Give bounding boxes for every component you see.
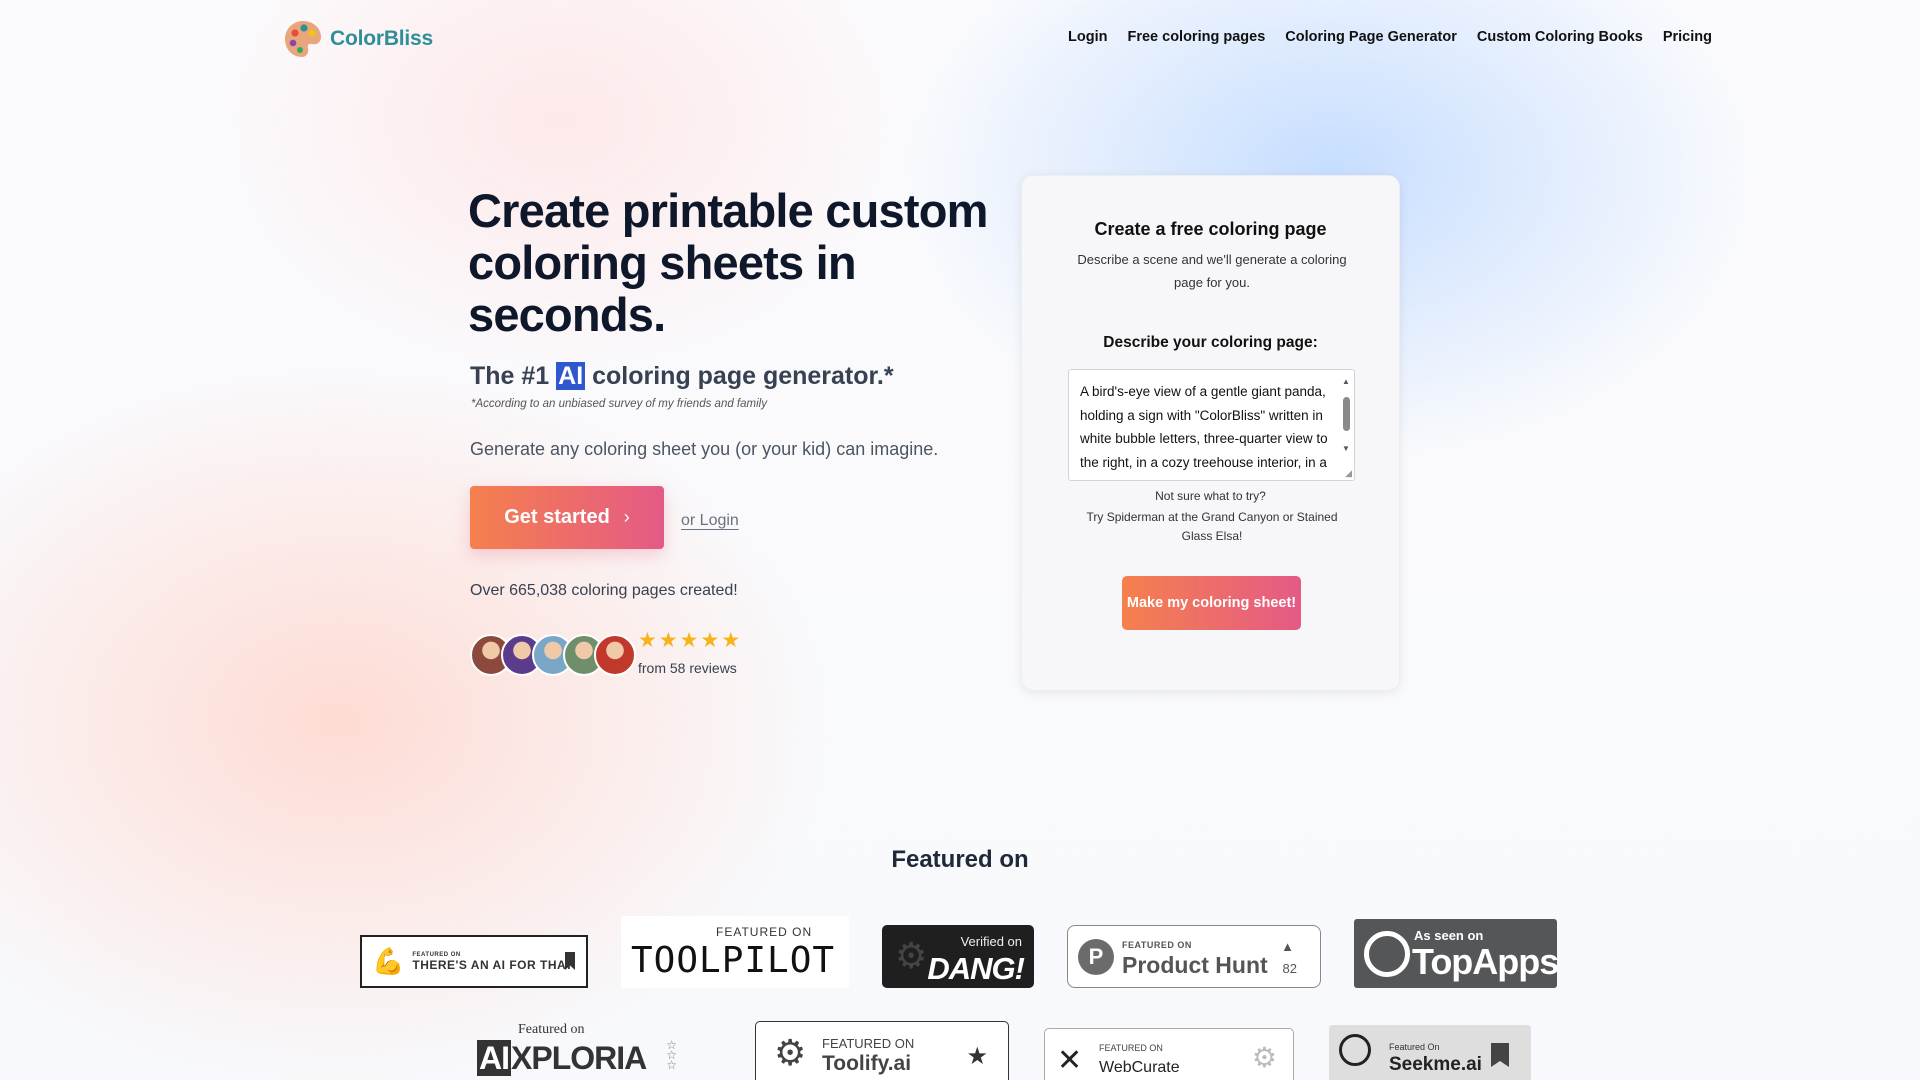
upvote-arrow-icon: ▲ [1281,939,1294,954]
hero-tagline: The #1 AI coloring page generator.* [470,362,894,391]
hint-title: Not sure what to try? [1155,489,1266,503]
badge-big-text: Product Hunt [1122,952,1268,978]
hero-title: Create printable custom coloring sheets … [468,184,988,341]
resize-grip-icon[interactable]: ◢ [1345,468,1352,479]
star-icon: ★ [638,629,657,652]
badge-small-text: Featured On [1389,1042,1440,1052]
product-hunt-logo-icon: P [1078,939,1114,975]
top-nav: ColorBliss Login Free coloring pages Col… [0,0,1920,80]
bookmark-icon [1491,1043,1509,1067]
badge-toolpilot[interactable]: FEATURED ON TOOLPILOT [621,916,849,988]
gear-icon: ⚙ [1251,1042,1277,1073]
generator-card: Create a free coloring page Describe a s… [1021,175,1400,691]
hero-subtitle: Generate any coloring sheet you (or your… [470,439,939,459]
star-icon: ★ [966,1043,988,1070]
logo[interactable]: ColorBliss [282,18,433,60]
upvote-count: 82 [1282,961,1297,976]
badge-seekme[interactable]: Featured On Seekme.ai [1329,1025,1531,1080]
nav-login[interactable]: Login [1068,29,1107,45]
reviewer-avatars [470,634,636,676]
scroll-down-arrow-icon[interactable]: ▼ [1342,444,1350,453]
nav-free-coloring-pages[interactable]: Free coloring pages [1127,29,1265,45]
star-icon: ★ [700,629,720,652]
brand-name: ColorBliss [330,27,434,50]
tagline-text-before: The #1 [470,362,557,390]
nav-pricing[interactable]: Pricing [1663,29,1712,45]
avatar [594,634,636,676]
palette-icon [285,21,321,57]
textarea-scrollbar[interactable]: ▲ ▼ [1338,370,1354,480]
scroll-up-arrow-icon[interactable]: ▲ [1342,377,1350,386]
featured-title: Featured on [891,846,1029,873]
badge-big-text: THERE'S AN AI FOR THAT [412,957,574,972]
star-icon: ★ [679,629,699,652]
badge-small-text: Verified on [960,934,1022,949]
scrollbar-thumb[interactable] [1343,397,1350,431]
magnifier-icon [1339,1034,1371,1066]
or-login-link[interactable]: or Login [681,512,739,530]
reviews-count: from 58 reviews [638,660,737,676]
badge-big-text: TopApps [1412,941,1557,982]
make-coloring-sheet-button[interactable]: Make my coloring sheet! [1122,576,1301,630]
badge-brand-text: XPLORIA [511,1040,647,1076]
badge-text: FEATURED ON THERE'S AN AI FOR THAT [412,952,573,972]
nav-custom-coloring-books[interactable]: Custom Coloring Books [1477,29,1643,45]
card-title: Create a free coloring page [1094,219,1327,239]
prompt-label: Describe your coloring page: [1103,334,1318,351]
webcurate-logo-icon: ✕ [1057,1044,1083,1077]
badge-big-text: WebCurate [1099,1059,1180,1076]
gear-icon: ⚙ [895,935,928,976]
badge-toolify[interactable]: ⚙ FEATURED ON Toolify.ai ★ [755,1021,1009,1080]
toolify-logo-icon: ⚙ [774,1032,807,1073]
nav-coloring-page-generator[interactable]: Coloring Page Generator [1285,29,1457,45]
badge-webcurate[interactable]: ✕ FEATURED ON WebCurate ⚙ [1044,1028,1294,1080]
badge-small-text: FEATURED ON [1099,1043,1163,1053]
chevron-right-icon: › [623,507,630,527]
badge-product-hunt[interactable]: P FEATURED ON Product Hunt ▲ 82 [1067,925,1321,988]
badge-big-text: AIXPLORIA [477,1040,647,1077]
badge-theres-an-ai-for-that[interactable]: 💪 FEATURED ON THERE'S AN AI FOR THAT [360,935,588,988]
arm-muscle-icon: 💪 [372,946,405,976]
prompt-textarea[interactable]: A bird's-eye view of a gentle giant pand… [1069,370,1339,480]
tagline-selected-text: AI [556,362,586,390]
pages-created-count: Over 665,038 coloring pages created! [470,582,738,599]
get-started-label: Get started [504,506,610,528]
badge-big-text: DANG! [927,951,1025,986]
badge-topapps[interactable]: As seen on TopApps [1354,919,1557,988]
nav-links: Login Free coloring pages Coloring Page … [1068,29,1712,45]
star-icon: ★ [721,629,741,652]
badge-small-text: FEATURED ON [822,1036,915,1051]
tagline-text-after: coloring page generator.* [585,362,894,390]
badge-ai-text: AI [477,1040,511,1076]
rating-stars: ★ ★ ★ ★ ★ [638,630,740,652]
badge-aixploria[interactable]: Featured on AIXPLORIA ☆ ☆ ☆ [477,1020,677,1080]
prompt-textarea-wrapper: A bird's-eye view of a gentle giant pand… [1068,369,1355,481]
badge-small-text: Featured on [518,1022,585,1037]
rank-stars-icon: ☆ ☆ ☆ [666,1038,677,1072]
tagline-footnote: *According to an unbiased survey of my f… [471,398,767,410]
badge-big-text: Seekme.ai [1389,1054,1482,1075]
hint-body: Try Spiderman at the Grand Canyon or Sta… [1086,510,1338,543]
badge-dang[interactable]: ⚙ Verified on DANG! [882,925,1034,988]
get-started-button[interactable]: Get started › [470,486,664,549]
badge-small-text: FEATURED ON [716,925,813,939]
badge-big-text: TOOLPILOT [631,940,836,981]
badge-big-text: Toolify.ai [822,1052,912,1075]
card-description: Describe a scene and we'll generate a co… [1077,252,1347,290]
badge-small-text: FEATURED ON [1122,940,1192,950]
openai-logo-icon [1364,931,1410,977]
star-icon: ★ [658,629,678,652]
